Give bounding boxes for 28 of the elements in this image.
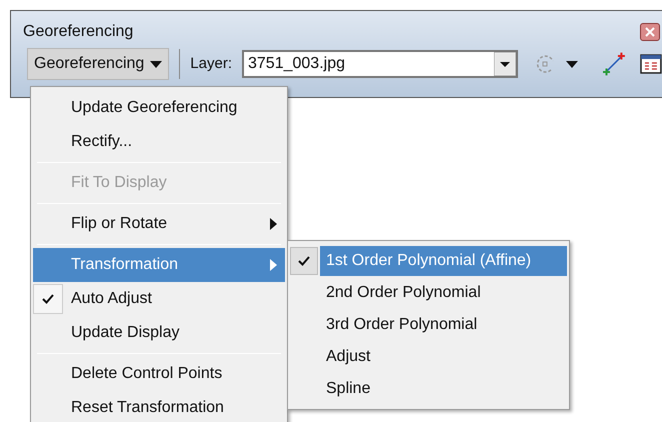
submenu-item[interactable]: Adjust — [290, 341, 567, 373]
submenu-arrow-icon — [270, 218, 277, 230]
menu-item[interactable]: Update Georeferencing — [33, 91, 285, 125]
menu-item[interactable]: Transformation — [33, 248, 285, 282]
menu-item[interactable]: Rectify... — [33, 125, 285, 159]
menu-item[interactable]: Flip or Rotate — [33, 207, 285, 241]
menu-item[interactable]: Auto Adjust — [33, 282, 285, 316]
submenu-arrow-icon — [270, 259, 277, 271]
submenu-item[interactable]: 3rd Order Polynomial — [290, 309, 567, 341]
add-control-points-icon[interactable] — [602, 52, 626, 76]
submenu-item[interactable]: Spline — [290, 373, 567, 405]
close-button[interactable] — [640, 23, 660, 41]
submenu-item[interactable]: 2nd Order Polynomial — [290, 277, 567, 309]
checkmark-icon — [42, 294, 54, 304]
layer-value: 3751_003.jpg — [247, 54, 345, 74]
window-title: Georeferencing — [23, 22, 134, 42]
menu-item[interactable]: Reset Transformation — [33, 391, 285, 422]
close-icon — [645, 27, 655, 37]
menu-item[interactable]: Delete Control Points — [33, 357, 285, 391]
layer-label: Layer: — [190, 54, 232, 74]
georeferencing-menu-button[interactable]: Georeferencing — [27, 48, 170, 80]
dropdown-arrow-icon — [150, 60, 162, 68]
dropdown-arrow-icon[interactable] — [566, 60, 578, 68]
checkmark-icon — [298, 256, 310, 266]
dropdown-arrow-icon[interactable] — [494, 52, 516, 76]
menu-item[interactable]: Update Display — [33, 316, 285, 350]
layer-dropdown[interactable]: 3751_003.jpg — [242, 50, 518, 78]
link-table-icon[interactable] — [640, 54, 662, 74]
